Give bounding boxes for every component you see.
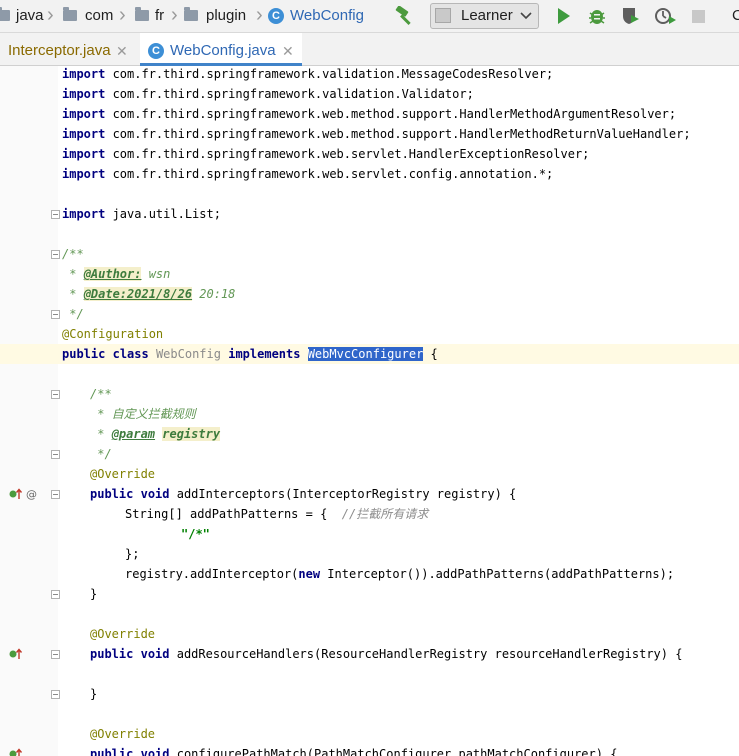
run-icon[interactable] [556, 7, 572, 25]
code-line: import com.fr.third.springframework.web.… [62, 167, 554, 181]
tab-label: Interceptor.java [8, 42, 111, 59]
coverage-icon[interactable] [620, 6, 642, 26]
code-line: import com.fr.third.springframework.web.… [62, 107, 677, 121]
chevron-right-icon: › [256, 4, 263, 26]
fold-marker-icon[interactable] [51, 210, 60, 219]
code-line: /** [62, 247, 84, 261]
code-line: * @param registry [90, 427, 221, 441]
fold-marker-icon[interactable] [51, 450, 60, 459]
code-line: @Override [90, 727, 156, 741]
implements-method-icon[interactable] [8, 747, 38, 756]
editor-tab-bar: Interceptor.java ✕ C WebConfig.java ✕ [0, 33, 739, 66]
selected-text: WebMvcConfigurer [307, 347, 424, 361]
fold-marker-icon[interactable] [51, 690, 60, 699]
fold-marker-icon[interactable] [51, 310, 60, 319]
folder-icon [135, 7, 149, 21]
tab-webconfig-java[interactable]: C WebConfig.java ✕ [140, 33, 302, 66]
tab-interceptor-java[interactable]: Interceptor.java ✕ [0, 33, 138, 65]
code-line: import java.util.List; [62, 207, 221, 221]
chevron-right-icon: › [47, 4, 54, 26]
breadcrumb-plugin[interactable]: plugin [206, 6, 246, 26]
folder-icon [63, 7, 77, 21]
fold-marker-icon[interactable] [51, 590, 60, 599]
code-line: import com.fr.third.springframework.vali… [62, 87, 474, 101]
folder-icon [184, 7, 198, 21]
svg-text:@: @ [26, 488, 37, 501]
tab-label: WebConfig.java [170, 42, 276, 59]
implements-method-icon[interactable] [8, 647, 38, 661]
code-line: @Override [90, 467, 156, 481]
code-editor[interactable]: import com.fr.third.springframework.vali… [0, 66, 739, 756]
code-line: import com.fr.third.springframework.web.… [62, 147, 590, 161]
run-configuration-label: Learner [461, 7, 513, 24]
code-line: * @Author: wsn [62, 267, 171, 281]
run-configuration-selector[interactable]: Learner [430, 3, 539, 29]
chevron-right-icon: › [171, 4, 178, 26]
code-line: String[] addPathPatterns = { //拦截所有请求 [125, 507, 429, 521]
code-line: public void configurePathMatch(PathMatch… [90, 747, 618, 756]
build-hammer-icon[interactable] [395, 6, 417, 26]
code-line: import com.fr.third.springframework.vali… [62, 67, 554, 81]
chevron-right-icon: › [119, 4, 126, 26]
code-line: public void addInterceptors(InterceptorR… [90, 487, 517, 501]
code-line: registry.addInterceptor(new Interceptor(… [125, 567, 675, 581]
code-line: } [90, 587, 98, 601]
chevron-down-icon [520, 12, 532, 20]
class-icon: C [268, 8, 284, 24]
fold-marker-icon[interactable] [51, 490, 60, 499]
code-line: import com.fr.third.springframework.web.… [62, 127, 691, 141]
code-line: } [90, 687, 98, 701]
folder-icon [0, 7, 10, 21]
application-icon [435, 8, 451, 23]
code-line: /** [90, 387, 112, 401]
breadcrumb-webconfig[interactable]: WebConfig [290, 6, 364, 26]
code-line: */ [62, 307, 84, 321]
code-line: "/*" [181, 527, 210, 541]
code-line: }; [125, 547, 140, 561]
current-code-line: public class WebConfig implements WebMvc… [0, 344, 739, 364]
implements-method-icon[interactable]: @ [8, 487, 38, 501]
debug-icon[interactable] [587, 6, 607, 26]
code-line: @Configuration [62, 327, 164, 341]
cut-off-text: C [732, 7, 739, 24]
code-line: public void addResourceHandlers(Resource… [90, 647, 683, 661]
class-icon: C [148, 43, 164, 59]
breadcrumb-java[interactable]: java [16, 6, 44, 26]
code-line: * @Date:2021/8/26 20:18 [62, 287, 236, 301]
close-icon[interactable]: ✕ [116, 33, 128, 69]
code-line: * 自定义拦截规则 [90, 407, 196, 421]
navigation-bar: java › com › fr › plugin › C WebConfig L… [0, 0, 739, 33]
fold-marker-icon[interactable] [51, 650, 60, 659]
code-line: */ [90, 447, 112, 461]
close-icon[interactable]: ✕ [282, 33, 294, 69]
fold-marker-icon[interactable] [51, 390, 60, 399]
code-line: @Override [90, 627, 156, 641]
stop-icon[interactable] [692, 10, 705, 23]
breadcrumb-com[interactable]: com [85, 6, 113, 26]
breadcrumb-fr[interactable]: fr [155, 6, 164, 26]
fold-marker-icon[interactable] [51, 250, 60, 259]
profiler-icon[interactable] [654, 6, 678, 26]
